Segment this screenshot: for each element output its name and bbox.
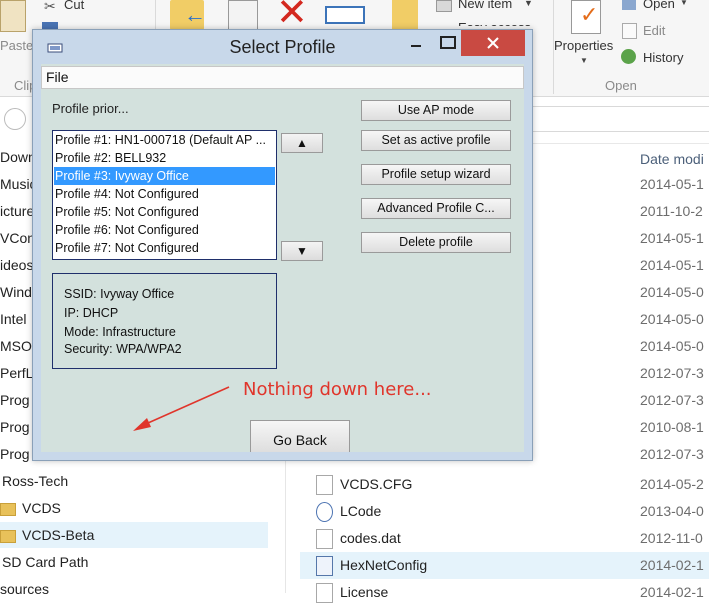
nav-item-sources[interactable]: sources: [0, 576, 49, 602]
nav-item[interactable]: VCon: [0, 225, 35, 251]
nav-item-sd-card-path[interactable]: SD Card Path: [2, 549, 88, 575]
edit-button[interactable]: Edit: [643, 23, 665, 38]
java-file-icon: [316, 556, 333, 576]
history-icon: [621, 49, 636, 64]
edit-icon: [622, 23, 637, 39]
nav-item[interactable]: PerfL: [0, 360, 33, 386]
menu-file[interactable]: File: [46, 69, 69, 85]
chevron-down-icon: ▼: [580, 56, 588, 65]
paste-icon[interactable]: [0, 0, 26, 32]
nav-item-ross-tech[interactable]: Ross-Tech: [2, 468, 68, 494]
profile-list[interactable]: Profile #1: HN1-000718 (Default AP ... P…: [52, 130, 277, 260]
nav-item-vcds[interactable]: VCDS: [0, 495, 61, 521]
file-date: 2014-05-0: [640, 311, 704, 327]
title-bar[interactable]: Select Profile: [33, 30, 532, 64]
file-row[interactable]: LCode 2013-04-0: [300, 498, 709, 525]
close-icon: [487, 37, 499, 49]
gear-file-icon: [316, 502, 333, 522]
nav-item[interactable]: ideos: [0, 252, 33, 278]
arrow-up-icon: ▲: [296, 136, 308, 150]
nav-item[interactable]: MSO: [0, 333, 32, 359]
column-header-date[interactable]: Date modi: [640, 151, 704, 167]
profile-item[interactable]: Profile #4: Not Configured: [54, 185, 275, 203]
info-mode: Mode: Infrastructure: [64, 325, 176, 339]
advanced-profile-button[interactable]: Advanced Profile C...: [361, 198, 511, 219]
file-date: 2012-07-3: [640, 365, 704, 381]
file-date: 2014-05-0: [640, 338, 704, 354]
file-date: 2010-08-1: [640, 419, 704, 435]
menu-bar: File: [41, 66, 524, 89]
profile-item[interactable]: Profile #6: Not Configured: [54, 221, 275, 239]
file-row[interactable]: codes.dat 2012-11-0: [300, 525, 709, 552]
info-ip: IP: DHCP: [64, 306, 119, 320]
file-row[interactable]: VCDS.CFG 2014-05-2: [300, 471, 709, 498]
paste-button-label[interactable]: Paste: [0, 38, 33, 53]
chevron-down-icon: ▼: [680, 0, 688, 7]
nav-item[interactable]: icture: [0, 198, 34, 224]
folder-icon: [0, 502, 16, 516]
folder-icon: [0, 529, 16, 543]
properties-button[interactable]: Properties: [554, 38, 613, 53]
back-button[interactable]: [4, 108, 26, 130]
minimize-button[interactable]: [399, 30, 439, 56]
move-down-button[interactable]: ▼: [281, 241, 323, 261]
profile-priority-label: Profile prior...: [52, 101, 129, 116]
profile-item[interactable]: Profile #7: Not Configured: [54, 239, 275, 257]
profile-item[interactable]: Profile #1: HN1-000718 (Default AP ...: [54, 131, 275, 149]
file-date: 2014-05-1: [640, 257, 704, 273]
profile-item-selected[interactable]: Profile #3: Ivyway Office: [54, 167, 275, 185]
set-active-profile-button[interactable]: Set as active profile: [361, 130, 511, 151]
nav-item[interactable]: Prog: [0, 414, 30, 440]
move-to-icon[interactable]: ←: [170, 0, 206, 30]
chevron-down-icon: ▼: [524, 0, 533, 8]
properties-icon[interactable]: ✓: [571, 0, 601, 34]
history-button[interactable]: History: [643, 50, 683, 65]
nav-item[interactable]: Prog: [0, 441, 30, 467]
new-folder-icon[interactable]: [392, 0, 418, 30]
rename-icon[interactable]: [325, 6, 365, 24]
file-date: 2012-07-3: [640, 446, 704, 462]
file-date: 2014-05-1: [640, 176, 704, 192]
new-item-button[interactable]: New item: [458, 0, 512, 11]
open-icon: [622, 0, 636, 10]
file-icon: [316, 475, 333, 495]
close-button[interactable]: [461, 30, 525, 56]
annotation-arrow-icon: [133, 386, 230, 431]
profile-item[interactable]: Profile #2: BELL932: [54, 149, 275, 167]
open-group-label: Open: [605, 78, 637, 93]
move-up-button[interactable]: ▲: [281, 133, 323, 153]
nav-item[interactable]: Intel: [0, 306, 26, 332]
arrow-down-icon: ▼: [296, 244, 308, 258]
delete-icon[interactable]: ✕: [276, 0, 308, 32]
info-security: Security: WPA/WPA2: [64, 342, 182, 356]
file-icon: [316, 529, 333, 549]
profile-item[interactable]: Profile #5: Not Configured: [54, 203, 275, 221]
scissors-icon: ✂: [44, 0, 56, 14]
info-ssid: SSID: Ivyway Office: [64, 287, 175, 301]
cut-button-label[interactable]: Cut: [64, 0, 84, 12]
copy-to-icon[interactable]: [228, 0, 258, 32]
file-date: 2011-10-2: [640, 203, 703, 219]
nav-item-vcds-beta[interactable]: VCDS-Beta: [0, 522, 268, 548]
file-icon: [316, 583, 333, 603]
file-date: 2012-07-3: [640, 392, 704, 408]
go-back-button[interactable]: Go Back: [250, 420, 350, 452]
profile-info-box: SSID: Ivyway Office IP: DHCP Mode: Infra…: [52, 273, 277, 369]
delete-profile-button[interactable]: Delete profile: [361, 232, 511, 253]
use-ap-mode-button[interactable]: Use AP mode: [361, 100, 511, 121]
profile-setup-wizard-button[interactable]: Profile setup wizard: [361, 164, 511, 185]
file-row-selected[interactable]: HexNetConfig 2014-02-1: [300, 552, 709, 579]
annotation-text: Nothing down here...: [243, 379, 432, 400]
file-date: 2014-05-1: [640, 230, 704, 246]
new-item-icon: [436, 0, 452, 12]
file-date: 2014-05-0: [640, 284, 704, 300]
open-button[interactable]: Open: [643, 0, 675, 11]
nav-item[interactable]: Prog: [0, 387, 30, 413]
